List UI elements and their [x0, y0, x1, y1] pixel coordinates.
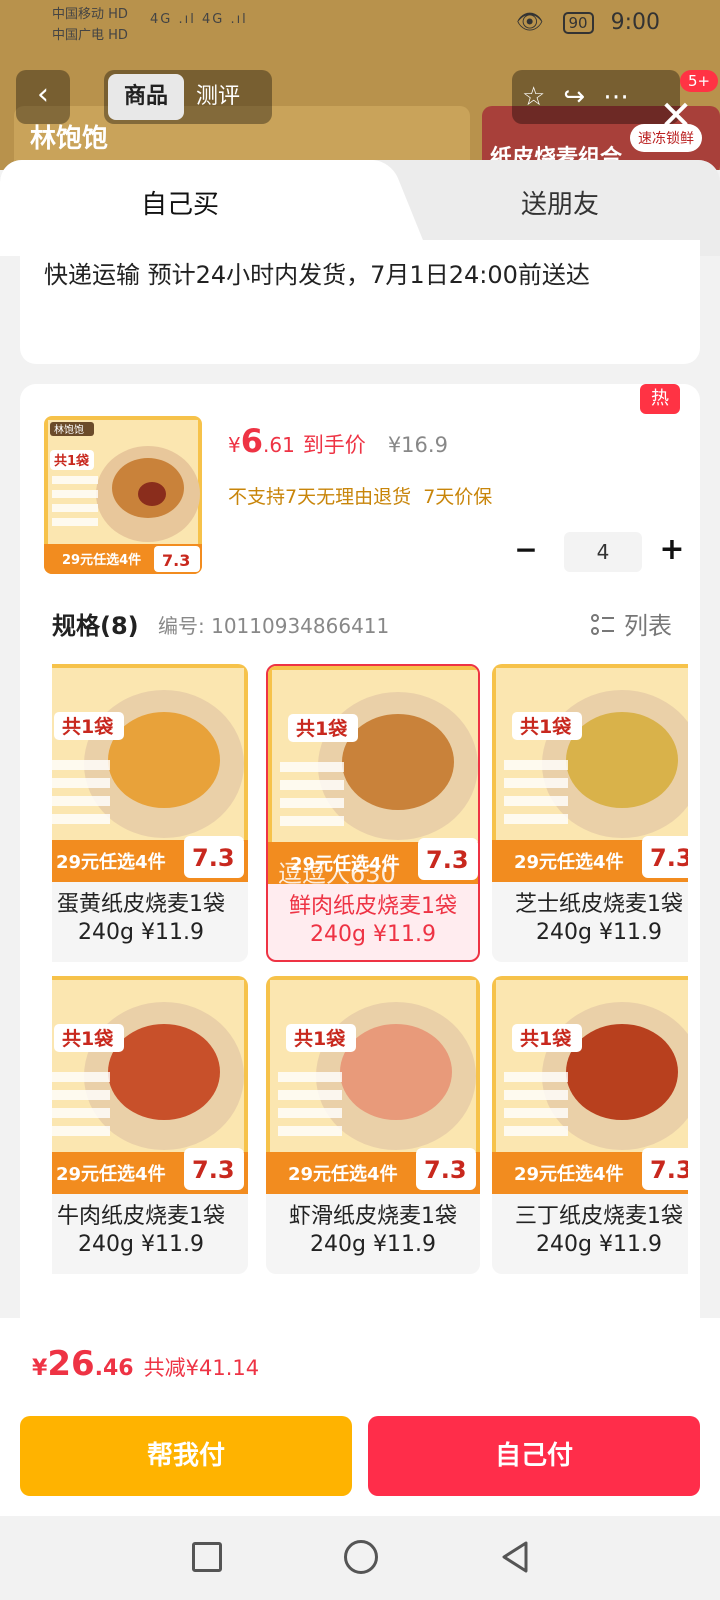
price-row: ¥6.61 到手价 ¥16.9 — [228, 422, 448, 460]
svg-text:共1袋: 共1袋 — [294, 1027, 346, 1050]
sku-option[interactable]: 共1袋 29元任选4件 7.3 鲜肉纸皮烧麦1袋 240g ¥11.9 — [266, 664, 480, 962]
sku-price: 240g ¥11.9 — [310, 922, 436, 947]
back-icon[interactable] — [498, 1540, 532, 1574]
nav-tabs: 商品 测评 — [104, 70, 272, 124]
svg-text:7.3: 7.3 — [650, 844, 688, 872]
sku-price: 240g ¥11.9 — [310, 1232, 436, 1257]
top-nav: ‹ 商品 测评 ☆↪⋯ 5+ — [0, 70, 720, 128]
sku-option[interactable]: 共1袋 29元任选4件 7.3 三丁纸皮烧麦1袋 240g ¥11.9 — [492, 976, 688, 1274]
price-decimal: .61 — [263, 433, 295, 457]
signal-icon: 4G .ıl 4G .ıl — [150, 12, 248, 27]
share-icon[interactable]: ↪ — [563, 82, 603, 112]
discount-total: 共减¥41.14 — [143, 1356, 260, 1380]
increase-button[interactable]: + — [654, 532, 690, 572]
svg-text:林饱饱: 林饱饱 — [54, 423, 84, 436]
battery-icon: 90 — [562, 12, 594, 34]
notification-badge: 5+ — [680, 70, 719, 92]
sku-name: 鲜肉纸皮烧麦1袋 — [289, 894, 457, 919]
svg-text:29元任选4件: 29元任选4件 — [56, 1163, 166, 1185]
status-bar: 中国移动 HD 中国广电 HD 4G .ıl 4G .ıl 👁 90 9:00 — [0, 0, 720, 50]
sku-name: 芝士纸皮烧麦1袋 — [515, 892, 683, 917]
svg-text:29元任选4件: 29元任选4件 — [288, 1163, 398, 1185]
return-policy: 不支持7天无理由退货 — [228, 486, 412, 508]
decrease-button[interactable]: − — [508, 532, 544, 572]
sku-option[interactable]: 共1袋 29元任选4件 7.3 蛋黄纸皮烧麦1袋 240g ¥11.9 — [52, 664, 248, 962]
currency-symbol: ¥ — [228, 433, 241, 457]
sku-option[interactable]: 共1袋 29元任选4件 7.3 芝士纸皮烧麦1袋 240g ¥11.9 — [492, 664, 688, 962]
eye-icon: 👁 — [515, 10, 544, 35]
sku-grid: 共1袋 29元任选4件 7.3 蛋黄纸皮烧麦1袋 240g ¥11.9 共1袋 29元任选4… — [52, 664, 688, 1284]
sku-price: 240g ¥11.9 — [78, 920, 204, 945]
sku-option[interactable]: 共1袋 29元任选4件 7.3 虾滑纸皮烧麦1袋 240g ¥11.9 — [266, 976, 480, 1274]
hot-badge: 热 — [640, 384, 680, 414]
svg-text:7.3: 7.3 — [192, 1156, 235, 1184]
svg-text:共1袋: 共1袋 — [520, 715, 572, 738]
sku-image: 共1袋 29元任选4件 7.3 — [52, 664, 248, 882]
more-icon[interactable]: ⋯ — [603, 82, 647, 112]
carrier-info: 中国移动 HD 中国广电 HD — [52, 7, 128, 43]
sku-name: 蛋黄纸皮烧麦1袋 — [57, 892, 225, 917]
price-label: 到手价 — [302, 433, 366, 457]
close-icon[interactable]: ✕ — [654, 96, 698, 140]
tab-review[interactable]: 测评 — [196, 74, 240, 120]
svg-text:7.3: 7.3 — [650, 1156, 688, 1184]
svg-text:29元任选4件: 29元任选4件 — [514, 851, 624, 873]
action-buttons: 帮我付 自己付 — [0, 1408, 720, 1516]
svg-text:7.3: 7.3 — [424, 1156, 467, 1184]
sku-price: 240g ¥11.9 — [536, 1232, 662, 1257]
svg-text:29元任选4件: 29元任选4件 — [62, 552, 141, 568]
sku-name: 三丁纸皮烧麦1袋 — [515, 1204, 683, 1229]
status-right: 👁 90 9:00 — [516, 10, 660, 35]
system-nav-bar — [0, 1516, 720, 1600]
svg-text:7.3: 7.3 — [426, 846, 469, 874]
shipping-info: 快递运输 预计24小时内发货，7月1日24:00前送达 — [44, 261, 590, 289]
original-price: ¥16.9 — [387, 433, 448, 457]
list-view-toggle[interactable]: 列表 — [590, 606, 672, 641]
product-thumbnail: 林饱饱 共1袋 29元任选4件 7.3 — [44, 416, 202, 574]
watermark-text: 逗逗人630 — [278, 860, 396, 888]
svg-text:29元任选4件: 29元任选4件 — [514, 1163, 624, 1185]
sku-name: 牛肉纸皮烧麦1袋 — [57, 1204, 225, 1229]
home-icon[interactable] — [344, 1540, 378, 1574]
sku-price: 240g ¥11.9 — [78, 1232, 204, 1257]
shipping-card: 快递运输 预计24小时内发货，7月1日24:00前送达 — [20, 240, 700, 364]
svg-text:共1袋: 共1袋 — [296, 717, 348, 740]
policy-row: 不支持7天无理由退货 7天价保 — [228, 482, 492, 509]
back-button[interactable]: ‹ — [16, 70, 70, 124]
help-pay-button[interactable]: 帮我付 — [20, 1416, 352, 1496]
sku-name: 虾滑纸皮烧麦1袋 — [289, 1204, 457, 1229]
recent-apps-icon[interactable] — [192, 1542, 222, 1572]
svg-text:共1袋: 共1袋 — [520, 1027, 572, 1050]
price-protect: 7天价保 — [423, 486, 493, 508]
quantity-input[interactable]: 4 — [564, 532, 642, 572]
total-price: ¥26.46 共减¥41.14 — [32, 1344, 260, 1384]
list-icon — [591, 614, 614, 635]
sku-image: 共1袋 29元任选4件 7.3 — [52, 976, 248, 1194]
svg-text:共1袋: 共1袋 — [62, 1027, 114, 1050]
spec-header: 规格(8) 编号: 10110934866411 列表 — [52, 598, 672, 648]
svg-text:共1袋: 共1袋 — [62, 715, 114, 738]
price-integer: 6 — [240, 422, 263, 460]
svg-text:共1袋: 共1袋 — [54, 453, 90, 469]
sku-price: 240g ¥11.9 — [536, 920, 662, 945]
svg-text:29元任选4件: 29元任选4件 — [56, 851, 166, 873]
sku-image: 共1袋 29元任选4件 7.3 — [266, 976, 480, 1194]
tab-product[interactable]: 商品 — [108, 74, 184, 120]
sku-option[interactable]: 共1袋 29元任选4件 7.3 牛肉纸皮烧麦1袋 240g ¥11.9 — [52, 976, 248, 1274]
list-label: 列表 — [624, 612, 672, 640]
svg-text:7.3: 7.3 — [192, 844, 235, 872]
sku-image: 共1袋 29元任选4件 7.3 — [492, 976, 688, 1194]
favorite-star-icon[interactable]: ☆ — [522, 82, 563, 112]
svg-text:7.3: 7.3 — [162, 551, 190, 570]
sku-image: 共1袋 29元任选4件 7.3 — [492, 664, 688, 882]
self-pay-button[interactable]: 自己付 — [368, 1416, 700, 1496]
sku-image: 共1袋 29元任选4件 7.3 — [268, 666, 478, 884]
total-bar: ¥26.46 共减¥41.14 — [0, 1318, 720, 1408]
product-code: 编号: 10110934866411 — [158, 614, 390, 638]
spec-title: 规格(8) — [52, 612, 139, 640]
clock: 9:00 — [610, 10, 660, 35]
